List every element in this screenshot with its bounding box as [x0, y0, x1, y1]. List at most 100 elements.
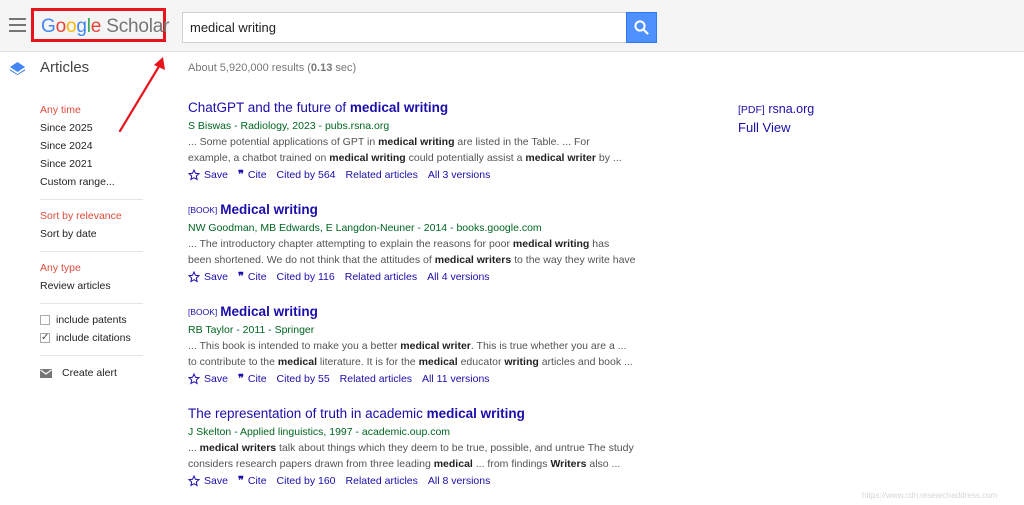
filter-since-2021[interactable]: Since 2021 [40, 155, 143, 173]
result-meta: RB Taylor - 2011 - Springer [188, 324, 315, 336]
watermark-text: https://www.cdn.researchaddress.com [862, 491, 998, 500]
result-type-tag: [BOOK] [188, 205, 218, 215]
filter-custom-range[interactable]: Custom range... [40, 173, 143, 191]
all-versions-link[interactable]: All 11 versions [422, 370, 490, 388]
cite-label: Cite [247, 271, 267, 283]
top-bar: Google Scholar [0, 0, 1024, 52]
snippet-line: been shortened. We do not think that the… [188, 254, 638, 266]
logo-letter: e [90, 16, 102, 37]
result-actions: Save ❞ Cite Cited by 160 Related articles… [188, 472, 638, 490]
result-title-link[interactable]: [BOOK] Medical writing [188, 200, 638, 220]
logo-letter: G [41, 16, 56, 37]
section-label-articles[interactable]: Articles [40, 59, 89, 76]
snippet-line: ... Some potential applications of GPT i… [188, 136, 590, 148]
result-actions: Save ❞ Cite Cited by 564 Related articles… [188, 166, 638, 184]
divider [40, 199, 143, 200]
sort-by-relevance[interactable]: Sort by relevance [40, 207, 143, 225]
save-button[interactable]: Save [188, 472, 228, 490]
result-title-link[interactable]: ChatGPT and the future of medical writin… [188, 98, 638, 118]
result-title-bold: Medical writing [220, 304, 318, 319]
quote-icon: ❞ [237, 372, 244, 385]
save-button[interactable]: Save [188, 166, 228, 184]
full-view-link[interactable]: Full View [738, 118, 791, 137]
quote-icon: ❞ [237, 168, 244, 181]
result-actions: Save ❞ Cite Cited by 116 Related articles… [188, 268, 638, 286]
cite-button[interactable]: ❞ Cite [238, 268, 267, 286]
result-title-link[interactable]: [BOOK] Medical writing [188, 302, 638, 322]
snippet-line: example, a chatbot trained on medical wr… [188, 152, 622, 164]
cited-by-link[interactable]: Cited by 160 [277, 472, 336, 490]
star-icon [188, 271, 200, 283]
save-label: Save [204, 169, 228, 181]
search-input[interactable] [183, 13, 626, 42]
search-box [182, 12, 626, 43]
google-scholar-logo[interactable]: Google Scholar [41, 16, 169, 38]
snippet-line: ... The introductory chapter attempting … [188, 238, 610, 250]
filter-sidebar: Any time Since 2025 Since 2024 Since 202… [40, 101, 143, 382]
result-snippet: ... This book is intended to make you a … [188, 338, 638, 370]
star-icon [188, 169, 200, 181]
logo-google-text: Google [41, 16, 101, 37]
pdf-link[interactable]: [PDF] rsna.org [738, 100, 814, 120]
include-patents-row: include patents [40, 311, 143, 329]
save-button[interactable]: Save [188, 268, 228, 286]
result-item: [BOOK] Medical writing NW Goodman, MB Edw… [188, 200, 638, 302]
snippet-line: to contribute to the medical literature.… [188, 356, 633, 368]
sort-by-date[interactable]: Sort by date [40, 225, 143, 243]
all-versions-link[interactable]: All 3 versions [428, 166, 490, 184]
related-articles-link[interactable]: Related articles [340, 370, 412, 388]
result-actions: Save ❞ Cite Cited by 55 Related articles … [188, 370, 638, 388]
pdf-tag: [PDF] [738, 104, 765, 116]
result-meta: NW Goodman, MB Edwards, E Langdon-Neuner… [188, 222, 542, 234]
cite-button[interactable]: ❞ Cite [238, 166, 267, 184]
result-count-time: 0.13 [310, 62, 333, 74]
related-articles-link[interactable]: Related articles [346, 166, 418, 184]
save-button[interactable]: Save [188, 370, 228, 388]
result-meta: J Skelton - Applied linguistics, 1997 - … [188, 426, 451, 438]
divider [40, 251, 143, 252]
result-title-link[interactable]: The representation of truth in academic … [188, 404, 638, 424]
result-item: The representation of truth in academic … [188, 404, 638, 505]
include-citations-label: include citations [56, 332, 131, 344]
results-list: ChatGPT and the future of medical writin… [188, 98, 638, 505]
cited-by-link[interactable]: Cited by 55 [277, 370, 330, 388]
quote-icon: ❞ [237, 474, 244, 487]
include-citations-checkbox[interactable] [40, 329, 50, 347]
quote-icon: ❞ [237, 270, 244, 283]
hamburger-menu-icon[interactable] [9, 18, 26, 32]
cited-by-link[interactable]: Cited by 116 [277, 268, 335, 286]
filter-since-2024[interactable]: Since 2024 [40, 137, 143, 155]
result-count-suffix: sec) [332, 62, 357, 74]
include-patents-label: include patents [56, 314, 127, 326]
result-meta: S Biswas - Radiology, 2023 - pubs.rsna.o… [188, 120, 390, 132]
create-alert-button[interactable]: Create alert [40, 364, 143, 382]
save-label: Save [204, 475, 228, 487]
star-icon [188, 475, 200, 487]
filter-any-time[interactable]: Any time [40, 101, 143, 119]
result-type-tag: [BOOK] [188, 307, 218, 317]
filter-any-type[interactable]: Any type [40, 259, 143, 277]
save-label: Save [204, 373, 228, 385]
cite-label: Cite [247, 169, 267, 181]
create-alert-label: Create alert [62, 367, 117, 379]
filter-review-articles[interactable]: Review articles [40, 277, 143, 295]
result-title-bold: Medical writing [220, 202, 318, 217]
result-snippet: ... Some potential applications of GPT i… [188, 134, 638, 166]
cite-button[interactable]: ❞ Cite [238, 472, 267, 490]
cited-by-link[interactable]: Cited by 564 [277, 166, 336, 184]
snippet-line: ... This book is intended to make you a … [188, 340, 627, 352]
divider [40, 303, 143, 304]
all-versions-link[interactable]: All 8 versions [428, 472, 490, 490]
result-title-bold: medical writing [349, 100, 449, 115]
related-articles-link[interactable]: Related articles [346, 472, 418, 490]
include-patents-checkbox[interactable] [40, 315, 50, 325]
result-item: ChatGPT and the future of medical writin… [188, 98, 638, 200]
cite-label: Cite [247, 475, 267, 487]
cite-button[interactable]: ❞ Cite [238, 370, 267, 388]
include-citations-row: include citations [40, 329, 143, 347]
related-articles-link[interactable]: Related articles [345, 268, 417, 286]
filter-since-2025[interactable]: Since 2025 [40, 119, 143, 137]
search-button[interactable] [626, 12, 657, 43]
all-versions-link[interactable]: All 4 versions [427, 268, 489, 286]
snippet-line: considers research papers drawn from thr… [188, 458, 621, 470]
